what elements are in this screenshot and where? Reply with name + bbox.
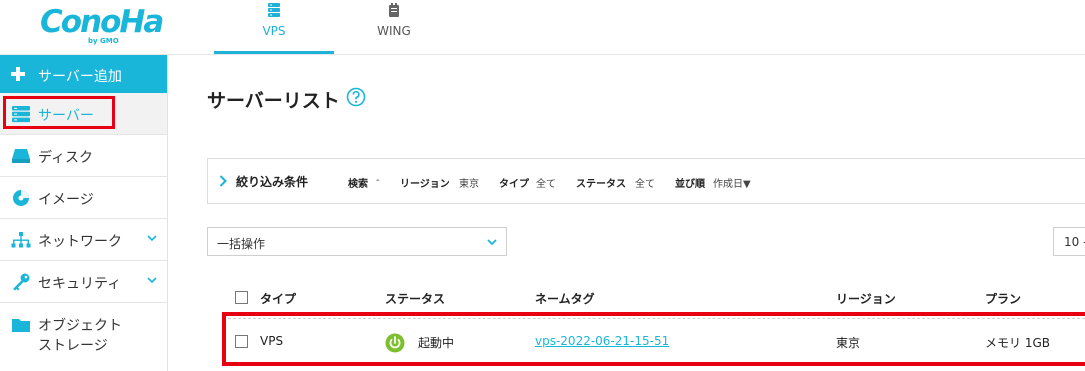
server-stack-icon [268, 3, 280, 17]
sidebar-item-label-line2: ストレージ [38, 338, 108, 354]
sidebar-item-label: イメージ [38, 192, 94, 208]
filter-value-status: 全て [635, 179, 655, 190]
tab-vps-label: VPS [262, 24, 286, 38]
add-server-button[interactable]: サーバー追加 [0, 55, 167, 93]
filter-panel: 絞り込み条件 検索 - リージョン 東京 タイプ 全て ステータス 全て 並び順… [207, 158, 1085, 204]
filter-value-sort[interactable]: 作成日▼ [713, 175, 751, 190]
filter-label-status: ステータス [576, 179, 626, 190]
filter-toggle[interactable]: 絞り込み条件 [236, 173, 308, 190]
per-page-value: 10 - [1064, 235, 1085, 249]
filter-value-region: 東京 [459, 179, 479, 190]
disk-icon [12, 149, 30, 163]
sidebar-item-security[interactable]: セキュリティ [0, 261, 167, 303]
row-checkbox[interactable] [235, 335, 248, 348]
column-header-plan[interactable]: プラン [985, 290, 1021, 307]
sidebar-item-object-storage[interactable]: オブジェクト ストレージ [0, 303, 167, 367]
tab-wing[interactable]: WING [334, 0, 454, 54]
app-header: ConoHa by GMO VPS WING [0, 0, 1085, 55]
sidebar-item-label: セキュリティ [38, 276, 122, 292]
sidebar-item-label: サーバー [38, 108, 94, 124]
cell-region: 東京 [836, 336, 861, 350]
tab-wing-label: WING [377, 24, 411, 38]
cell-plan: メモリ 1GB [985, 336, 1050, 350]
column-header-type[interactable]: タイプ [260, 290, 296, 307]
network-icon [11, 232, 31, 248]
chevron-down-icon [147, 235, 157, 242]
sidebar-item-disk[interactable]: ディスク [0, 135, 167, 177]
server-icon [12, 106, 30, 123]
filter-value-search: - [376, 175, 380, 186]
help-icon[interactable] [346, 87, 366, 107]
cell-type: VPS [260, 334, 284, 348]
per-page-select[interactable]: 10 - [1053, 227, 1085, 256]
filter-value-type: 全て [536, 179, 556, 190]
sidebar-item-label: ディスク [38, 150, 94, 166]
folder-icon [12, 319, 30, 332]
sidebar: サーバー追加 サーバー ディスク イメージ ネットワーク セキュリティ オブジェ… [0, 55, 168, 371]
sidebar-item-label: ネットワーク [38, 234, 122, 250]
conoha-logo[interactable]: ConoHa by GMO [40, 4, 166, 48]
sidebar-item-label-line1: オブジェクト [38, 318, 122, 334]
cell-status: 起動中 [418, 336, 455, 350]
chevron-down-icon [487, 239, 497, 246]
cell-nametag-link[interactable]: vps-2022-06-21-15-51 [535, 334, 669, 348]
chevron-right-icon[interactable] [219, 175, 227, 187]
logo-byline: by GMO [88, 37, 119, 45]
add-server-label: サーバー追加 [38, 69, 122, 85]
logo-wordmark: ConoHa [40, 4, 164, 40]
column-header-nametag[interactable]: ネームタグ [535, 290, 595, 307]
chevron-down-icon [147, 277, 157, 284]
image-icon [13, 190, 29, 206]
bulk-action-select[interactable]: 一括操作 [207, 227, 507, 256]
plus-icon [11, 67, 25, 81]
wing-icon [389, 3, 399, 17]
power-on-icon [385, 333, 405, 353]
sidebar-item-server[interactable]: サーバー [0, 93, 167, 135]
sidebar-item-image[interactable]: イメージ [0, 177, 167, 219]
filter-label-search: 検索 [348, 179, 368, 190]
bulk-action-value: 一括操作 [217, 237, 266, 251]
sidebar-item-network[interactable]: ネットワーク [0, 219, 167, 261]
column-header-region[interactable]: リージョン [836, 290, 896, 307]
table-header: タイプ ステータス ネームタグ リージョン プラン [222, 283, 1085, 313]
key-icon [13, 273, 30, 291]
page-title: サーバーリスト [207, 90, 340, 112]
tab-vps[interactable]: VPS [214, 0, 334, 54]
filter-label-type: タイプ [499, 179, 529, 190]
active-tab-indicator [214, 51, 334, 54]
filter-label-region: リージョン [400, 179, 450, 190]
column-header-status[interactable]: ステータス [385, 290, 445, 307]
filter-label-sort: 並び順 [675, 179, 705, 190]
select-all-checkbox[interactable] [235, 291, 248, 304]
